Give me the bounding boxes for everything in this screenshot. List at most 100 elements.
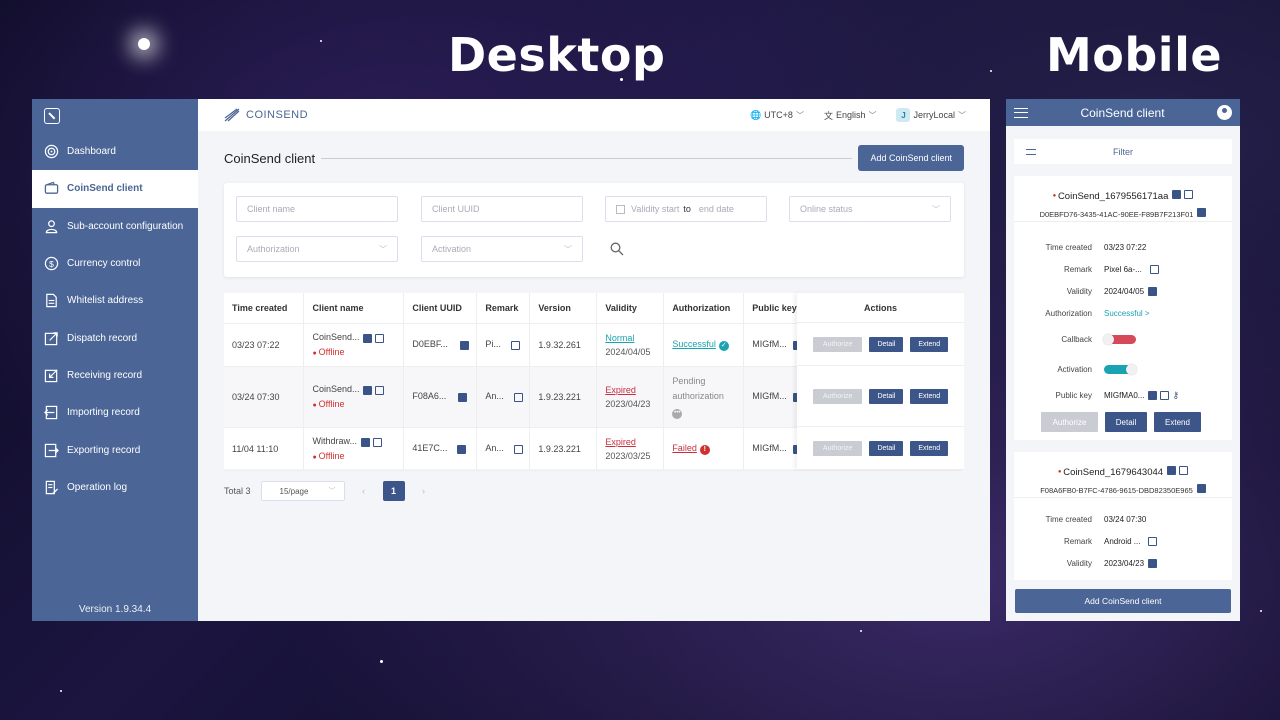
edit-icon[interactable] xyxy=(513,444,523,454)
validity-status-link[interactable]: Expired xyxy=(605,385,663,395)
edit-icon[interactable] xyxy=(375,385,385,395)
extend-button[interactable]: Extend xyxy=(1154,412,1201,432)
authorize-button[interactable]: Authorize xyxy=(812,440,863,456)
detail-button[interactable]: Detail xyxy=(869,388,904,404)
calendar-icon[interactable] xyxy=(1148,286,1158,296)
field-label: Callback xyxy=(1061,334,1092,344)
cell-client-name: CoinSend... Offline xyxy=(303,323,405,367)
edit-icon[interactable] xyxy=(1184,190,1194,200)
mobile-filter-button[interactable]: Filter xyxy=(1014,139,1232,164)
copy-icon[interactable] xyxy=(457,444,467,454)
calendar-icon[interactable] xyxy=(1148,558,1158,568)
copy-icon[interactable] xyxy=(363,333,373,343)
key-icon[interactable]: ⚷ xyxy=(1172,390,1179,401)
rocket-icon xyxy=(224,108,240,122)
cell-validity: Normal 2024/04/05 xyxy=(596,323,665,367)
public-key-text: MIGfM... xyxy=(752,443,787,454)
sidebar-item-dashboard[interactable]: Dashboard xyxy=(32,133,198,170)
copy-icon[interactable] xyxy=(1196,484,1206,494)
chevron-down-icon: ﹀ xyxy=(868,110,877,120)
copy-icon[interactable] xyxy=(360,437,370,447)
activation-toggle[interactable] xyxy=(1104,363,1137,375)
extend-button[interactable]: Extend xyxy=(910,336,949,352)
validity-status-link[interactable]: Expired xyxy=(605,437,663,447)
client-uuid-input[interactable]: Client UUID xyxy=(421,196,583,222)
validity-date-range[interactable]: Validity start to end date xyxy=(605,196,767,222)
edit-icon[interactable] xyxy=(510,340,520,350)
authorization-status-link[interactable]: Successful xyxy=(672,339,716,349)
add-client-button[interactable]: Add CoinSend client xyxy=(858,145,964,171)
sidebar-nav: Dashboard CoinSend client Sub-account co… xyxy=(32,133,198,506)
globe-icon: 🌐 xyxy=(749,109,762,120)
col-header: Validity xyxy=(596,293,665,324)
uuid-text: D0EBF... xyxy=(412,339,448,350)
prev-page-icon[interactable]: ‹ xyxy=(355,486,373,496)
sidebar-item-sub-account[interactable]: Sub-account configuration xyxy=(32,208,198,245)
page-size-select[interactable]: 15/page ﹀ xyxy=(260,481,345,501)
timezone-label: UTC+8 xyxy=(764,110,793,120)
sidebar-item-coinsend-client[interactable]: CoinSend client xyxy=(32,170,198,208)
sidebar-item-currency-control[interactable]: $ Currency control xyxy=(32,245,198,282)
cell-remark: An... xyxy=(476,427,531,471)
detail-button[interactable]: Detail xyxy=(869,440,904,456)
extend-button[interactable]: Extend xyxy=(910,388,949,404)
range-separator: to xyxy=(683,204,691,214)
online-status-select[interactable]: Online status ﹀ xyxy=(789,196,951,222)
chevron-down-icon: ﹀ xyxy=(328,488,336,495)
collapse-sidebar-icon[interactable] xyxy=(44,108,60,124)
col-header: Time created xyxy=(224,293,305,324)
authorization-status-link[interactable]: Successful > xyxy=(1104,309,1150,318)
callback-toggle[interactable] xyxy=(1103,333,1136,345)
search-icon[interactable] xyxy=(610,242,624,256)
copy-icon[interactable] xyxy=(458,392,468,402)
authorization-select[interactable]: Authorization ﹀ xyxy=(236,236,398,262)
next-page-icon[interactable]: › xyxy=(415,486,433,496)
client-name-input[interactable]: Client name xyxy=(236,196,398,222)
authorize-button[interactable]: Authorize xyxy=(812,388,863,404)
avatar: J xyxy=(896,108,911,122)
copy-icon[interactable] xyxy=(363,385,373,395)
language-selector[interactable]: 文 English ﹀ xyxy=(824,109,877,122)
detail-button[interactable]: Detail xyxy=(1105,412,1147,432)
background-star xyxy=(380,660,383,663)
field-value: 2023/04/23 xyxy=(1104,558,1145,568)
edit-icon[interactable] xyxy=(1179,466,1189,476)
menu-icon[interactable] xyxy=(1014,107,1028,118)
sidebar-item-whitelist[interactable]: Whitelist address xyxy=(32,282,198,319)
detail-button[interactable]: Detail xyxy=(869,336,904,352)
copy-icon[interactable] xyxy=(1167,466,1177,476)
background-star xyxy=(320,40,322,42)
authorize-button[interactable]: Authorize xyxy=(1041,412,1098,432)
add-client-button[interactable]: Add CoinSend client xyxy=(1015,588,1231,613)
coinsend-logo[interactable]: COINSEND xyxy=(224,108,308,122)
extend-button[interactable]: Extend xyxy=(910,440,949,456)
qr-code-icon[interactable] xyxy=(1160,390,1170,400)
validity-status-link[interactable]: Normal xyxy=(605,333,663,343)
logo-text: COINSEND xyxy=(246,109,309,121)
sidebar-item-operation-log[interactable]: Operation log xyxy=(32,469,198,506)
sidebar-item-label: Whitelist address xyxy=(67,295,144,307)
authorization-status-link[interactable]: Failed xyxy=(672,443,697,453)
cell-remark: Pi... xyxy=(476,323,531,367)
copy-icon[interactable] xyxy=(459,340,469,350)
edit-icon[interactable] xyxy=(513,392,523,402)
sidebar-item-dispatch[interactable]: Dispatch record xyxy=(32,319,198,356)
timezone-selector[interactable]: 🌐 UTC+8 ﹀ xyxy=(750,110,804,121)
activation-select[interactable]: Activation ﹀ xyxy=(421,236,583,262)
copy-icon[interactable] xyxy=(1197,208,1207,218)
sidebar-item-importing[interactable]: Importing record xyxy=(32,394,198,431)
sidebar-item-receiving[interactable]: Receiving record xyxy=(32,357,198,394)
edit-icon[interactable] xyxy=(372,437,382,447)
authorize-button[interactable]: Authorize xyxy=(812,336,863,352)
page-number-current[interactable]: 1 xyxy=(382,481,405,501)
remark-text: Pi... xyxy=(485,339,501,350)
user-menu[interactable]: J JerryLocal ﹀ xyxy=(896,108,966,122)
edit-icon[interactable] xyxy=(375,333,385,343)
copy-icon[interactable] xyxy=(1172,190,1182,200)
user-avatar-icon[interactable] xyxy=(1217,105,1232,120)
edit-icon[interactable] xyxy=(1148,536,1158,546)
copy-icon[interactable] xyxy=(1148,390,1158,400)
sidebar-item-exporting[interactable]: Exporting record xyxy=(32,431,198,468)
more-icon: ••• xyxy=(672,409,683,419)
edit-icon[interactable] xyxy=(1149,264,1159,274)
